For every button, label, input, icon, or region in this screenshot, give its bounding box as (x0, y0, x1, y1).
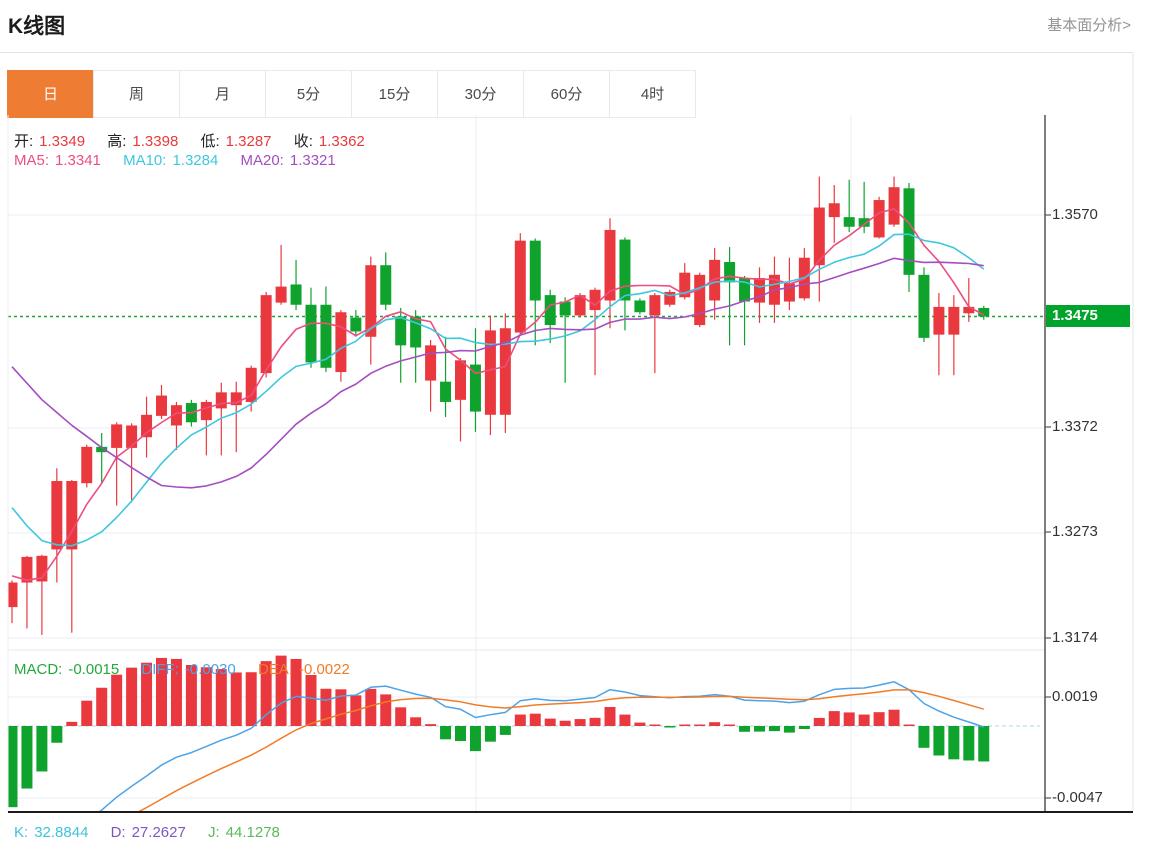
d-label: D: (110, 824, 126, 841)
low-value: 1.3287 (225, 133, 272, 150)
j-value: 44.1278 (225, 824, 280, 841)
axis-tick-label: 1.3570 (1052, 206, 1098, 223)
high-value: 1.3398 (132, 133, 179, 150)
ma5-label: MA5: (14, 152, 50, 169)
axis-tick-label: 1.3174 (1052, 629, 1098, 646)
diff-label: DIFF: (141, 661, 179, 678)
open-value: 1.3349 (39, 133, 86, 150)
ma20-value: 1.3321 (289, 152, 336, 169)
current-price-badge: 1.3475 (1046, 305, 1130, 327)
dea-label: DEA: (257, 661, 293, 678)
ma10-value: 1.3284 (172, 152, 219, 169)
macd-legend: MACD: -0.0015 DIFF: -0.0030 DEA: -0.0022 (14, 661, 356, 678)
close-label: 收: (293, 133, 313, 150)
axis-tick-label: -0.0047 (1052, 789, 1103, 806)
macd-label: MACD: (14, 661, 63, 678)
ma5-value: 1.3341 (55, 152, 101, 169)
axis-tick-label: 1.3273 (1052, 523, 1098, 540)
diff-value: -0.0030 (184, 661, 236, 678)
close-value: 1.3362 (318, 133, 365, 150)
axis-tick-label: 0.0019 (1052, 688, 1098, 705)
high-label: 高: (107, 133, 127, 150)
k-label: K: (14, 824, 29, 841)
macd-value: -0.0015 (68, 661, 120, 678)
kdj-legend: K: 32.8844 D: 27.2627 J: 44.1278 (14, 824, 286, 841)
ohlc-legend: 开: 1.3349 高: 1.3398 低: 1.3287 收: 1.3362 (14, 130, 371, 151)
ma10-label: MA10: (123, 152, 167, 169)
chart-canvas[interactable] (0, 0, 1166, 841)
j-label: J: (208, 824, 220, 841)
low-label: 低: (200, 133, 220, 150)
ma-legend: MA5: 1.3341 MA10: 1.3284 MA20: 1.3321 (14, 152, 342, 169)
kline-page: K线图 基本面分析> 日周月 5分 15分 30分 60分 4时 开: 1.3349 高: 1… (0, 0, 1166, 841)
axis-tick-label: 1.3372 (1052, 418, 1098, 435)
dea-value: -0.0022 (298, 661, 350, 678)
d-value: 27.2627 (131, 824, 186, 841)
open-label: 开: (14, 133, 34, 150)
ma20-label: MA20: (240, 152, 284, 169)
k-value: 32.8844 (34, 824, 89, 841)
